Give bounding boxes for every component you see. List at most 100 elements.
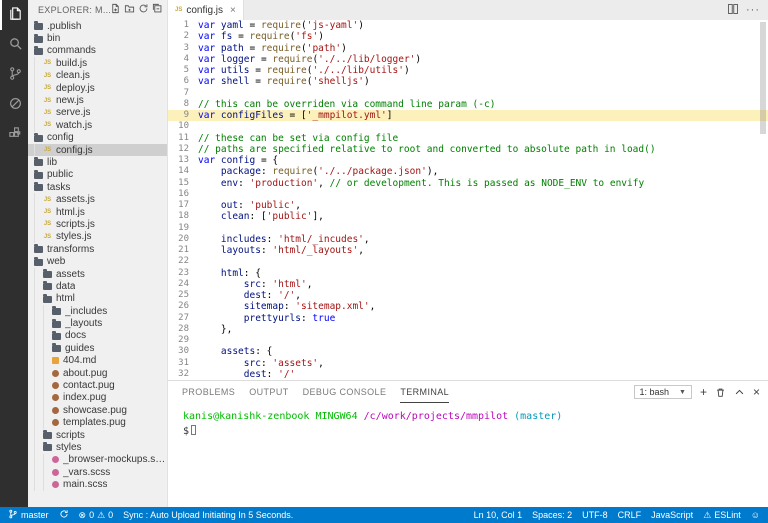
tree-item-about.pug[interactable]: about.pug <box>28 366 167 380</box>
editor-scrollbar[interactable] <box>758 20 768 380</box>
language-mode[interactable]: JavaScript <box>651 510 693 520</box>
code-line-1[interactable]: 1 var yaml = require('js-yaml') <box>168 20 768 31</box>
code-line-18[interactable]: 18 clean: ['public'], <box>168 211 768 222</box>
code-line-5[interactable]: 5 var utils = require('./../lib/utils') <box>168 65 768 76</box>
tree-item-_includes[interactable]: _includes <box>28 304 167 318</box>
tree-item-styles[interactable]: styles <box>28 441 167 454</box>
collapse-all-icon[interactable] <box>152 3 163 17</box>
panel-tab-problems[interactable]: PROBLEMS <box>182 381 235 403</box>
tab-close-icon[interactable]: × <box>230 5 236 16</box>
tree-item-showcase.pug[interactable]: showcase.pug <box>28 404 167 417</box>
tree-item-clean.js[interactable]: JS clean.js <box>28 69 167 82</box>
tree-item-new.js[interactable]: JS new.js <box>28 94 167 107</box>
code-line-2[interactable]: 2 var fs = require('fs') <box>168 31 768 42</box>
code-line-20[interactable]: 20 includes: 'html/_incudes', <box>168 234 768 245</box>
code-line-32[interactable]: 32 dest: '/' <box>168 369 768 380</box>
tree-item-bin[interactable]: bin <box>28 32 167 44</box>
git-branch-status[interactable]: master <box>8 509 49 521</box>
linter-status[interactable]: ⚠ ESLint <box>703 510 741 521</box>
code-line-12[interactable]: 12 // paths are specified relative to roo… <box>168 144 768 155</box>
code-line-31[interactable]: 31 src: 'assets', <box>168 358 768 369</box>
new-terminal-icon[interactable]: + <box>700 386 707 398</box>
code-line-6[interactable]: 6 var shell = require('shelljs') <box>168 76 768 87</box>
activity-debug[interactable] <box>0 90 28 120</box>
code-line-26[interactable]: 26 sitemap: 'sitemap.xml', <box>168 301 768 312</box>
tree-item-assets[interactable]: assets <box>28 267 167 281</box>
tree-item-scripts[interactable]: scripts <box>28 428 167 442</box>
code-line-28[interactable]: 28 }, <box>168 324 768 335</box>
code-line-14[interactable]: 14 package: require('./../package.json')… <box>168 166 768 177</box>
tree-item-docs[interactable]: docs <box>28 329 167 343</box>
tree-item-lib[interactable]: lib <box>28 156 167 168</box>
tree-item-web[interactable]: web <box>28 255 167 267</box>
tree-item-styles.js[interactable]: JS styles.js <box>28 230 167 244</box>
tree-item-watch.js[interactable]: JS watch.js <box>28 119 167 132</box>
file-encoding[interactable]: UTF-8 <box>582 510 608 520</box>
code-line-9[interactable]: 9 var configFiles = ['_mmpilot.yml'] <box>168 110 768 122</box>
close-panel-icon[interactable]: × <box>753 386 760 398</box>
code-line-7[interactable]: 7 <box>168 88 768 99</box>
tree-item-transforms[interactable]: transforms <box>28 243 167 255</box>
tab-config-js[interactable]: JS config.js × <box>168 0 244 20</box>
tree-item-scripts.js[interactable]: JS scripts.js <box>28 218 167 231</box>
feedback-smiley-icon[interactable]: ☺ <box>751 510 760 520</box>
tree-item-html.js[interactable]: JS html.js <box>28 205 167 219</box>
tree-item-config[interactable]: config <box>28 132 167 144</box>
activity-source-control[interactable] <box>0 60 28 90</box>
activity-explorer[interactable] <box>0 0 28 30</box>
code-line-17[interactable]: 17 out: 'public', <box>168 200 768 211</box>
tree-item-_layouts[interactable]: _layouts <box>28 317 167 330</box>
terminal-shell-select[interactable]: 1: bash ▼ <box>633 385 692 399</box>
code-line-11[interactable]: 11 // these can be set via config file <box>168 133 768 144</box>
tree-item-tasks[interactable]: tasks <box>28 181 167 193</box>
code-line-4[interactable]: 4 var logger = require('./../lib/logger') <box>168 54 768 65</box>
code-line-16[interactable]: 16 <box>168 189 768 200</box>
tree-item-deploy.js[interactable]: JS deploy.js <box>28 81 167 95</box>
tree-item-404.md[interactable]: 404.md <box>28 354 167 367</box>
code-line-10[interactable]: 10 <box>168 121 768 132</box>
tree-item-assets.js[interactable]: JS assets.js <box>28 193 167 206</box>
tree-item-commands[interactable]: commands <box>28 45 167 57</box>
code-line-21[interactable]: 21 layouts: 'html/_layouts', <box>168 245 768 256</box>
more-actions-icon[interactable]: ··· <box>746 4 760 16</box>
panel-tab-output[interactable]: OUTPUT <box>249 381 288 403</box>
tree-item-public[interactable]: public <box>28 169 167 181</box>
tree-item-config.js[interactable]: JS config.js <box>28 143 167 157</box>
tree-item-contact.pug[interactable]: contact.pug <box>28 379 167 392</box>
panel-tab-terminal[interactable]: TERMINAL <box>400 381 450 403</box>
code-line-24[interactable]: 24 src: 'html', <box>168 279 768 290</box>
indentation-setting[interactable]: Spaces: 2 <box>532 510 572 520</box>
tree-item-serve.js[interactable]: JS serve.js <box>28 106 167 120</box>
code-line-8[interactable]: 8 // this can be overriden via command li… <box>168 99 768 110</box>
sync-status[interactable] <box>59 509 69 521</box>
kill-terminal-icon[interactable] <box>715 387 726 398</box>
tree-item-main.scss[interactable]: main.scss <box>28 478 167 491</box>
tree-item-data[interactable]: data <box>28 280 167 293</box>
cursor-position[interactable]: Ln 10, Col 1 <box>474 510 523 520</box>
line-endings[interactable]: CRLF <box>618 510 642 520</box>
refresh-icon[interactable] <box>138 3 149 17</box>
code-line-29[interactable]: 29 <box>168 335 768 346</box>
code-line-25[interactable]: 25 dest: '/', <box>168 290 768 301</box>
tree-item-_vars.scss[interactable]: _vars.scss <box>28 466 167 479</box>
code-line-27[interactable]: 27 prettyurls: true <box>168 313 768 324</box>
code-line-19[interactable]: 19 <box>168 223 768 234</box>
scrollbar-thumb[interactable] <box>760 22 766 134</box>
terminal[interactable]: kanis@kanishk-zenbook MINGW64 /c/work/pr… <box>168 403 768 507</box>
tree-item-.publish[interactable]: .publish <box>28 20 167 32</box>
code-line-3[interactable]: 3 var path = require('path') <box>168 43 768 54</box>
maximize-panel-icon[interactable] <box>734 387 745 398</box>
panel-tab-debug-console[interactable]: DEBUG CONSOLE <box>303 381 387 403</box>
activity-extensions[interactable] <box>0 120 28 150</box>
activity-search[interactable] <box>0 30 28 60</box>
problems-status[interactable]: ⊗ 0 ⚠ 0 <box>79 510 114 521</box>
tree-item-guides[interactable]: guides <box>28 342 167 355</box>
tree-item-_browser-mockups.scss[interactable]: _browser-mockups.scss <box>28 453 167 467</box>
code-line-15[interactable]: 15 env: 'production', // or development.… <box>168 178 768 189</box>
tree-item-index.pug[interactable]: index.pug <box>28 391 167 405</box>
code-editor[interactable]: 1 var yaml = require('js-yaml') 2 var fs = … <box>168 20 768 380</box>
new-folder-icon[interactable] <box>124 3 135 17</box>
code-line-30[interactable]: 30 assets: { <box>168 346 768 357</box>
terminal-input-line[interactable]: $ <box>183 424 768 439</box>
tree-item-html[interactable]: html <box>28 292 167 305</box>
